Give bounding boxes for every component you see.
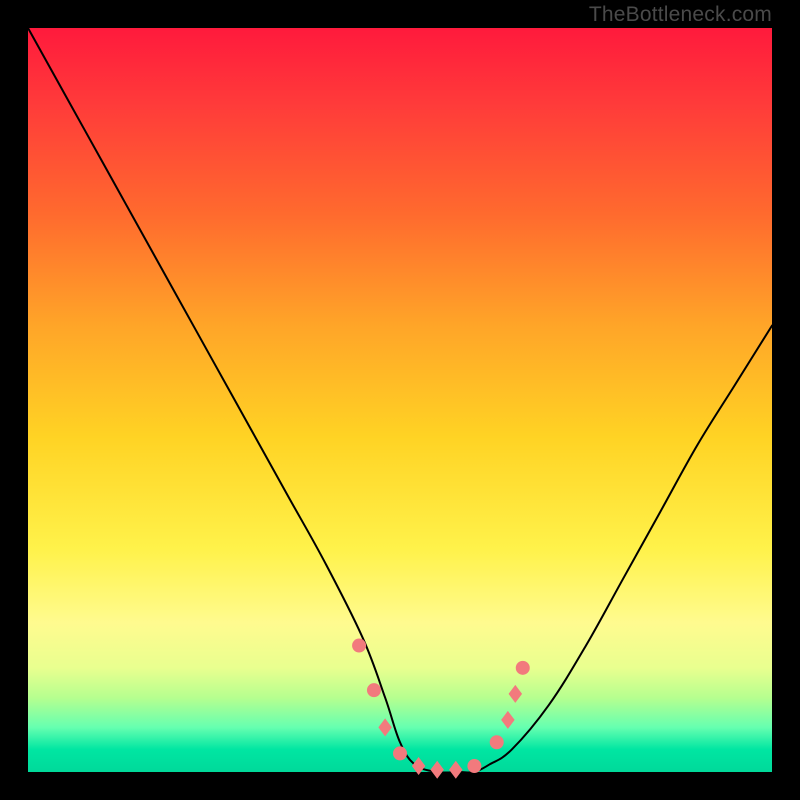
marker-diamond [412,757,426,775]
marker-circle [516,661,530,675]
marker-circle [352,639,366,653]
marker-circle [467,759,481,773]
marker-circle [490,735,504,749]
marker-diamond [509,685,523,703]
marker-circle [367,683,381,697]
chart-frame: TheBottleneck.com [0,0,800,800]
bottleneck-curve [28,28,772,773]
marker-diamond [501,711,515,729]
chart-svg [0,0,800,800]
marker-diamond [378,718,392,736]
marker-diamond [430,761,444,779]
marker-diamond [449,761,463,779]
marker-circle [393,746,407,760]
